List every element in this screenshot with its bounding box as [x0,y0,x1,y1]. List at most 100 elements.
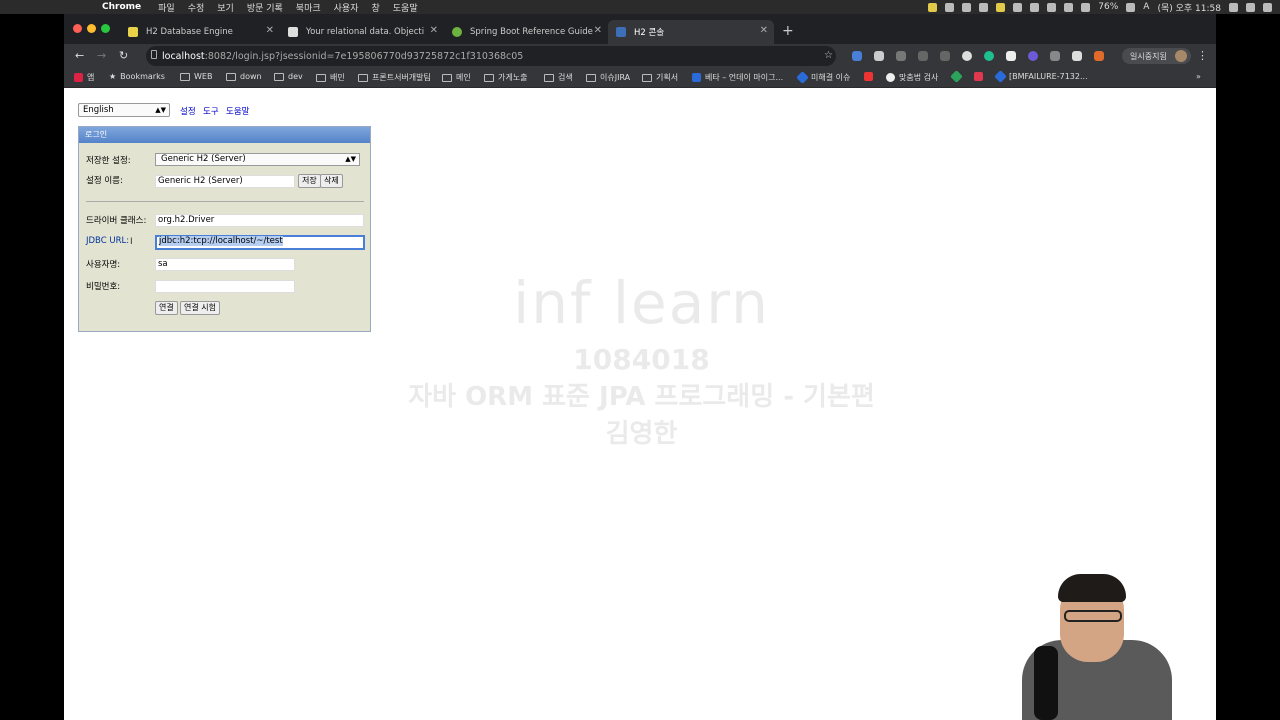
profile-paused-label: 일시중지됨 [1130,51,1167,61]
menu-edit[interactable]: 수정 [188,1,205,14]
tab-spring-boot-guide[interactable]: Spring Boot Reference Guide ✕ [444,20,608,44]
driver-class-input[interactable]: org.h2.Driver [155,214,364,227]
tab-close-icon[interactable]: ✕ [430,25,438,36]
bookmark-folder-down[interactable]: down [226,72,262,81]
note-icon[interactable] [928,2,938,12]
wifi-icon[interactable] [1064,2,1074,12]
menubar-app-name[interactable]: Chrome [102,2,141,12]
connect-button[interactable]: 연결 [155,301,178,315]
test-connection-button[interactable]: 연결 시험 [180,301,220,315]
link-tools[interactable]: 도구 [203,105,219,117]
grammarly-extension-icon[interactable] [984,51,994,61]
volume-icon[interactable] [1081,2,1091,12]
bookmark-pocket[interactable] [974,72,987,81]
extension-icon[interactable] [918,51,928,61]
notification-center-icon[interactable] [1263,2,1272,12]
menu-history[interactable]: 방문 기록 [247,1,283,14]
bookmark-folder-store-exposure[interactable]: 가게노출 [484,72,527,83]
battery-icon[interactable] [1126,2,1136,12]
tab-close-icon[interactable]: ✕ [266,25,274,36]
menu-window[interactable]: 창 [371,1,379,14]
tab-h2-database-engine[interactable]: H2 Database Engine ✕ [120,20,280,44]
translate-extension-icon[interactable] [852,51,862,61]
menu-bookmarks[interactable]: 북마크 [296,1,321,14]
menubar-clock[interactable]: (목) 오후 11:58 [1157,1,1221,14]
bookmark-bmfailure[interactable]: [BMFAILURE-7132... [994,70,1088,83]
close-window-button[interactable] [73,24,82,33]
link-preferences[interactable]: 설정 [180,105,196,117]
bookmark-folder-main[interactable]: 메인 [442,72,471,83]
menu-file[interactable]: 파일 [158,1,175,14]
watermark-author: 김영한 [605,419,678,449]
folder-icon [484,73,494,82]
login-panel-title: 로그인 [79,127,370,143]
minimize-window-button[interactable] [87,24,96,33]
save-button[interactable]: 저장 [298,174,321,188]
tab-relational-data[interactable]: Your relational data. Objective ✕ [280,20,444,44]
spotlight-icon[interactable] [1229,2,1238,12]
extension-icon[interactable] [874,51,884,61]
menu-view[interactable]: 보기 [217,1,234,14]
screen-record-icon[interactable] [945,2,955,12]
jira-icon [994,70,1007,83]
bookmark-spellcheck[interactable]: 맞춤법 검사 [886,72,938,83]
confluence-icon [692,73,701,82]
setting-name-input[interactable]: Generic H2 (Server) [155,175,295,188]
reload-button[interactable]: ↻ [119,49,128,62]
bluetooth-icon[interactable] [1047,2,1057,12]
bookmark-green[interactable] [950,70,965,83]
extension-icon[interactable] [962,51,972,61]
new-tab-button[interactable]: + [782,23,794,39]
drive-extension-icon[interactable] [1050,51,1060,61]
sync-icon[interactable] [962,2,972,12]
cloud-icon[interactable] [1013,2,1023,12]
siri-icon[interactable] [1246,2,1255,12]
pocket-extension-icon[interactable] [896,51,906,61]
extension-icon[interactable] [1094,51,1104,61]
forward-button[interactable]: → [97,49,106,62]
zoom-window-button[interactable] [101,24,110,33]
input-source[interactable]: A [1143,2,1149,12]
bookmark-folder-search[interactable]: 검색 [544,72,573,83]
bookmark-folder-plan[interactable]: 기획서 [642,72,678,83]
tab-close-icon[interactable]: ✕ [760,25,768,36]
menu-people[interactable]: 사용자 [334,1,359,14]
link-help[interactable]: 도움말 [226,105,249,117]
tab-title: Spring Boot Reference Guide [470,27,593,37]
extension-icon[interactable] [1006,51,1016,61]
tab-h2-console[interactable]: H2 콘솔 ✕ [608,20,774,44]
bookmark-folder-frontserver[interactable]: 프론트서버개발팀 [358,72,431,83]
bookmark-folder-web[interactable]: WEB [180,72,212,81]
bookmark-beta[interactable]: 베타 – 언데이 마이그... [692,72,783,83]
extension-icon[interactable] [1028,51,1038,61]
chrome-menu-icon[interactable]: ⋮ [1197,49,1208,62]
bookmark-folder-dev[interactable]: dev [274,72,303,81]
inflearn-logo: inf learn [513,269,770,337]
bookmark-folder-jira[interactable]: 이슈JIRA [586,72,630,83]
bookmark-unresolved-issues[interactable]: 미해결 이슈 [796,71,850,84]
back-button[interactable]: ← [75,49,84,62]
bookmark-bookmarks[interactable]: ★ Bookmarks [109,72,165,81]
profile-paused-button[interactable]: 일시중지됨 [1122,48,1191,64]
saved-settings-select[interactable]: Generic H2 (Server) ▲▼ [155,153,360,166]
menu-help[interactable]: 도움말 [393,1,418,14]
delete-button[interactable]: 삭제 [320,174,343,188]
grid-icon[interactable] [1030,2,1040,12]
presenter-hair [1058,574,1126,602]
bookmark-apps[interactable]: 앱 [74,72,94,83]
bookmark-folder-baemin[interactable]: 배민 [316,72,345,83]
tab-close-icon[interactable]: ✕ [594,25,602,36]
info-icon[interactable] [979,2,989,12]
bookmarks-overflow-icon[interactable]: » [1196,72,1201,81]
bookmark-icon[interactable] [996,2,1006,12]
bookmark-slack[interactable] [864,72,877,81]
tab-title: H2 Database Engine [146,27,233,37]
extension-icon[interactable] [940,51,950,61]
address-bar[interactable]: localhost :8082/login.jsp?jsessionid=7e1… [146,46,836,66]
extension-icon[interactable] [1072,51,1082,61]
bookmark-star-icon[interactable]: ☆ [824,50,833,61]
language-select[interactable]: English ▲▼ [78,103,170,117]
jdbc-url-input[interactable]: jdbc:h2:tcp://localhost/~/test [155,235,365,250]
battery-percent[interactable]: 76% [1098,2,1118,12]
watermark-course: 자바 ORM 표준 JPA 프로그래밍 - 기본편 [408,382,875,412]
